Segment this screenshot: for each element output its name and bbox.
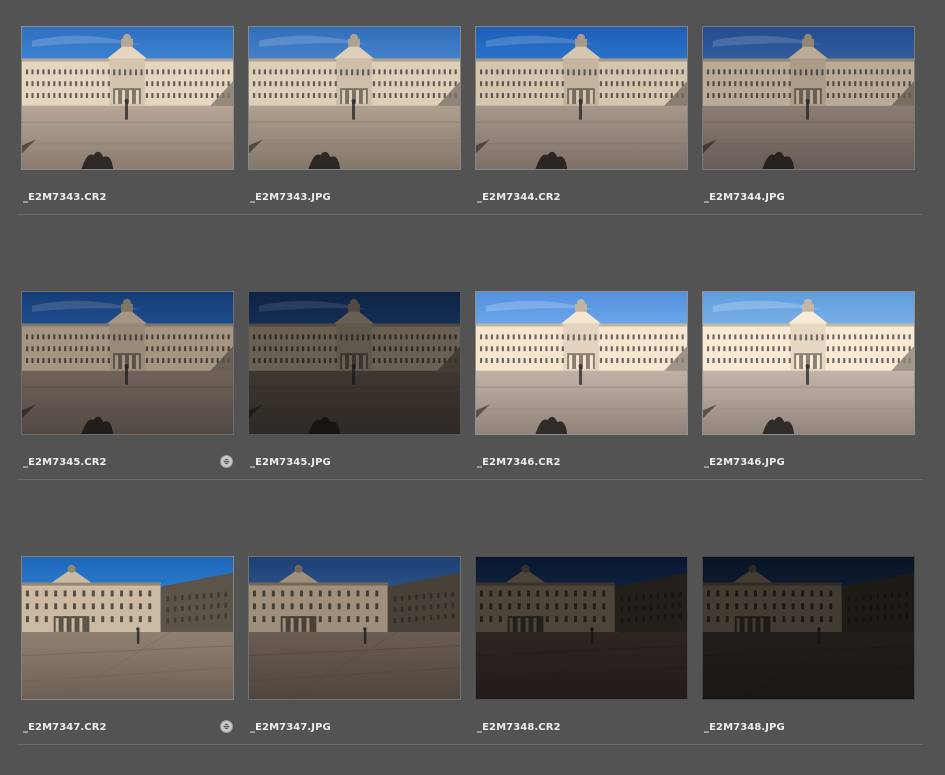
- photo-thumbnail[interactable]: [475, 26, 688, 170]
- thumbnail-filename: _E2M7345.JPG: [250, 457, 331, 468]
- photo-thumbnail[interactable]: [21, 291, 234, 435]
- photo-thumbnail[interactable]: [248, 291, 461, 435]
- photo-thumbnail[interactable]: [702, 291, 915, 435]
- thumbnail-cell[interactable]: _E2M7345.CR2: [17, 291, 235, 481]
- thumbnail-row: _E2M7345.CR2 _E2M7345.JPG _E2M7346.CR2 _…: [0, 291, 945, 481]
- thumbnail-filename: _E2M7345.CR2: [23, 457, 107, 468]
- thumbnail-cell[interactable]: _E2M7346.JPG: [698, 291, 916, 481]
- photo-thumbnail[interactable]: [21, 556, 234, 700]
- thumbnail-filename: _E2M7344.CR2: [477, 192, 561, 203]
- photo-thumbnail[interactable]: [475, 556, 688, 700]
- photo-thumbnail[interactable]: [475, 291, 688, 435]
- stack-badge-icon[interactable]: [220, 455, 233, 468]
- thumbnail-filename: _E2M7343.CR2: [23, 192, 107, 203]
- photo-thumbnail[interactable]: [21, 26, 234, 170]
- row-divider: [17, 214, 923, 215]
- thumbnail-cell[interactable]: _E2M7344.CR2: [471, 26, 689, 216]
- thumbnail-filename: _E2M7348.CR2: [477, 722, 561, 733]
- photo-thumbnail[interactable]: [248, 26, 461, 170]
- thumbnail-filename: _E2M7347.CR2: [23, 722, 107, 733]
- thumbnail-filename: _E2M7343.JPG: [250, 192, 331, 203]
- thumbnail-filename: _E2M7347.JPG: [250, 722, 331, 733]
- thumbnail-filename: _E2M7344.JPG: [704, 192, 785, 203]
- thumbnail-cell[interactable]: _E2M7346.CR2: [471, 291, 689, 481]
- photo-thumbnail[interactable]: [702, 26, 915, 170]
- thumbnail-cell[interactable]: _E2M7343.JPG: [244, 26, 462, 216]
- photo-thumbnail[interactable]: [248, 556, 461, 700]
- thumbnail-filename: _E2M7346.JPG: [704, 457, 785, 468]
- thumbnail-cell[interactable]: _E2M7343.CR2: [17, 26, 235, 216]
- thumbnail-cell[interactable]: _E2M7347.CR2: [17, 556, 235, 746]
- thumbnail-cell[interactable]: _E2M7348.CR2: [471, 556, 689, 746]
- thumbnail-cell[interactable]: _E2M7348.JPG: [698, 556, 916, 746]
- stack-badge-icon[interactable]: [220, 720, 233, 733]
- row-divider: [17, 479, 923, 480]
- thumbnail-cell[interactable]: _E2M7344.JPG: [698, 26, 916, 216]
- photo-thumbnail[interactable]: [702, 556, 915, 700]
- thumbnail-cell[interactable]: _E2M7345.JPG: [244, 291, 462, 481]
- thumbnail-filename: _E2M7346.CR2: [477, 457, 561, 468]
- row-divider: [17, 744, 923, 745]
- thumbnail-filename: _E2M7348.JPG: [704, 722, 785, 733]
- thumbnail-cell[interactable]: _E2M7347.JPG: [244, 556, 462, 746]
- thumbnail-row: _E2M7347.CR2 _E2M7347.JPG _E2M7348.CR2 _…: [0, 556, 945, 746]
- thumbnail-row: _E2M7343.CR2 _E2M7343.JPG _E2M7344.CR2 _…: [0, 26, 945, 216]
